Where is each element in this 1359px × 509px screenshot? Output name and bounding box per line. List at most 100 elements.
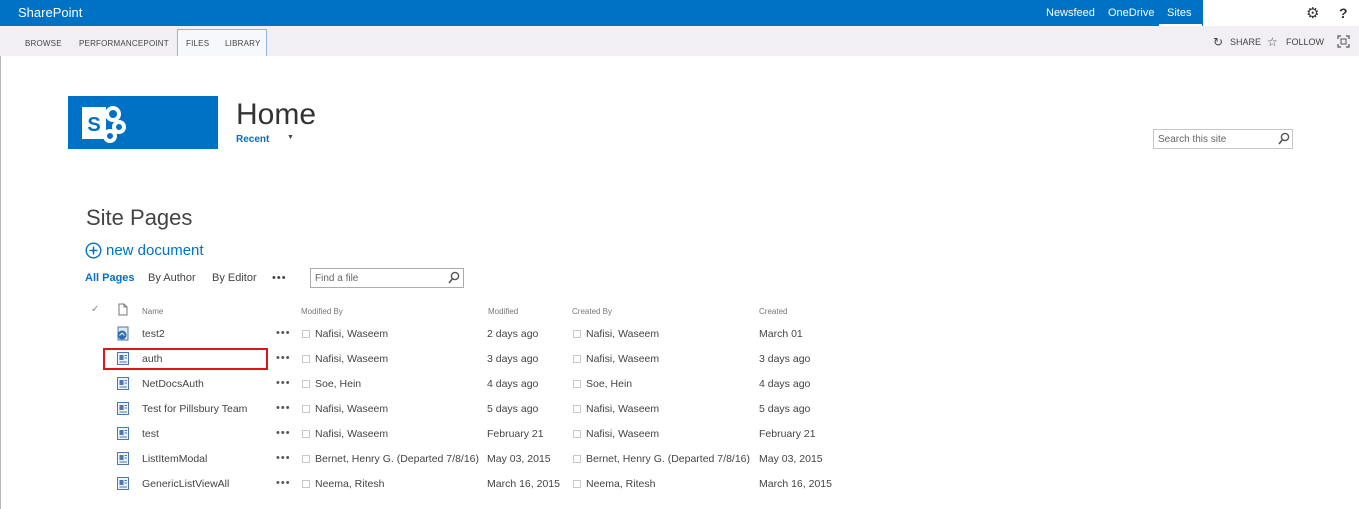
file-name-link[interactable]: test [142,428,159,440]
select-all-checkmark[interactable]: ✓ [91,304,99,315]
modified-by-link[interactable]: Nafisi, Waseem [315,403,388,415]
sharepoint-logo-icon: S [82,106,126,143]
highlight-box [103,348,268,370]
file-name-link[interactable]: ListItemModal [142,453,207,465]
created-by-link[interactable]: Neema, Ritesh [586,478,655,490]
share-button[interactable]: SHARE [1230,37,1261,47]
view-by-editor[interactable]: By Editor [212,272,257,284]
presence-indicator [302,355,310,363]
presence-indicator [302,455,310,463]
table-row[interactable]: GenericListViewAll ••• Neema, Ritesh Mar… [0,476,900,503]
row-menu-button[interactable]: ••• [276,477,291,489]
presence-indicator [302,430,310,438]
modified-by-link[interactable]: Nafisi, Waseem [315,428,388,440]
star-icon[interactable]: ☆ [1267,35,1278,49]
file-name-link[interactable]: GenericListViewAll [142,478,229,490]
share-icon[interactable]: ↻ [1213,35,1223,49]
modified-by-link[interactable]: Nafisi, Waseem [315,353,388,365]
column-header-created-by[interactable]: Created By [572,307,612,316]
recent-nav-link[interactable]: Recent [236,134,269,145]
created-date: March 01 [759,328,803,340]
tab-library[interactable]: LIBRARY [225,39,261,48]
row-menu-button[interactable]: ••• [276,427,291,439]
presence-indicator [302,405,310,413]
file-name-link[interactable]: NetDocsAuth [142,378,204,390]
document-type-icon [118,303,128,321]
created-date: March 16, 2015 [759,478,832,490]
modified-by-link[interactable]: Nafisi, Waseem [315,328,388,340]
presence-indicator [302,480,310,488]
presence-indicator [573,355,581,363]
search-icon[interactable] [448,271,460,290]
page-icon [116,476,130,496]
find-file-box[interactable]: Find a file [310,268,464,288]
created-by-link[interactable]: Nafisi, Waseem [586,328,659,340]
created-by-link[interactable]: Bernet, Henry G. (Departed 7/8/16) [586,453,750,465]
row-menu-button[interactable]: ••• [276,402,291,414]
created-date: 5 days ago [759,403,811,415]
more-views-button[interactable]: ••• [272,272,287,284]
table-row[interactable]: NetDocsAuth ••• Soe, Hein 4 days ago Soe… [0,376,900,403]
page-icon [116,376,130,396]
modified-date: 2 days ago [487,328,539,340]
page-title: Home [236,98,317,131]
row-menu-button[interactable]: ••• [276,377,291,389]
column-header-created[interactable]: Created [759,307,787,316]
presence-indicator [573,480,581,488]
site-logo[interactable]: S [68,96,218,149]
tab-files[interactable]: FILES [186,39,209,48]
view-all-pages[interactable]: All Pages [85,272,135,284]
table-row[interactable]: test ••• Nafisi, Waseem February 21 Nafi… [0,426,900,453]
table-row[interactable]: Test for Pillsbury Team ••• Nafisi, Wase… [0,402,900,428]
suite-bar-right [1203,0,1359,26]
row-menu-button[interactable]: ••• [276,452,291,464]
focus-content-icon[interactable] [1337,35,1350,53]
onedrive-link[interactable]: OneDrive [1108,7,1154,19]
modified-by-link[interactable]: Soe, Hein [315,378,361,390]
modified-date: 3 days ago [487,353,539,365]
presence-indicator [302,330,310,338]
tab-browse[interactable]: BROWSE [25,39,62,48]
file-name-link[interactable]: test2 [142,328,165,340]
search-icon[interactable] [1278,132,1290,151]
created-date: May 03, 2015 [759,453,823,465]
site-search-box[interactable]: Search this site [1153,129,1293,149]
created-date: 3 days ago [759,353,811,365]
presence-indicator [573,430,581,438]
page-icon [116,451,130,471]
modified-date: 5 days ago [487,403,539,415]
column-header-modified-by[interactable]: Modified By [301,307,343,316]
modified-date: February 21 [487,428,544,440]
view-by-author[interactable]: By Author [148,272,196,284]
created-by-link[interactable]: Nafisi, Waseem [586,428,659,440]
presence-indicator [302,380,310,388]
file-name-link[interactable]: Test for Pillsbury Team [142,403,247,415]
sites-link[interactable]: Sites [1167,7,1191,19]
modified-by-link[interactable]: Neema, Ritesh [315,478,384,490]
tab-performancepoint[interactable]: PERFORMANCEPOINT [79,39,169,48]
svg-text:S: S [87,114,100,136]
site-search-input[interactable]: Search this site [1158,134,1226,145]
table-row[interactable]: ListItemModal ••• Bernet, Henry G. (Depa… [0,451,900,478]
modified-by-link[interactable]: Bernet, Henry G. (Departed 7/8/16) [315,453,479,465]
help-icon[interactable]: ? [1339,5,1348,21]
modified-date: March 16, 2015 [487,478,560,490]
created-by-link[interactable]: Nafisi, Waseem [586,353,659,365]
library-title: Site Pages [86,205,193,230]
gear-icon[interactable]: ⚙ [1306,4,1319,22]
follow-button[interactable]: FOLLOW [1286,37,1324,47]
row-menu-button[interactable]: ••• [276,327,291,339]
column-header-name[interactable]: Name [142,307,163,316]
new-document-label: new document [106,242,204,259]
find-file-input[interactable]: Find a file [315,273,358,284]
sharepoint-brand-link[interactable]: SharePoint [18,5,82,20]
home-page-icon [116,326,130,346]
chevron-down-icon[interactable]: ▼ [287,134,294,141]
created-date: 4 days ago [759,378,811,390]
column-header-modified[interactable]: Modified [488,307,518,316]
page-icon [116,426,130,446]
newsfeed-link[interactable]: Newsfeed [1046,7,1095,19]
created-by-link[interactable]: Nafisi, Waseem [586,403,659,415]
row-menu-button[interactable]: ••• [276,352,291,364]
created-by-link[interactable]: Soe, Hein [586,378,632,390]
